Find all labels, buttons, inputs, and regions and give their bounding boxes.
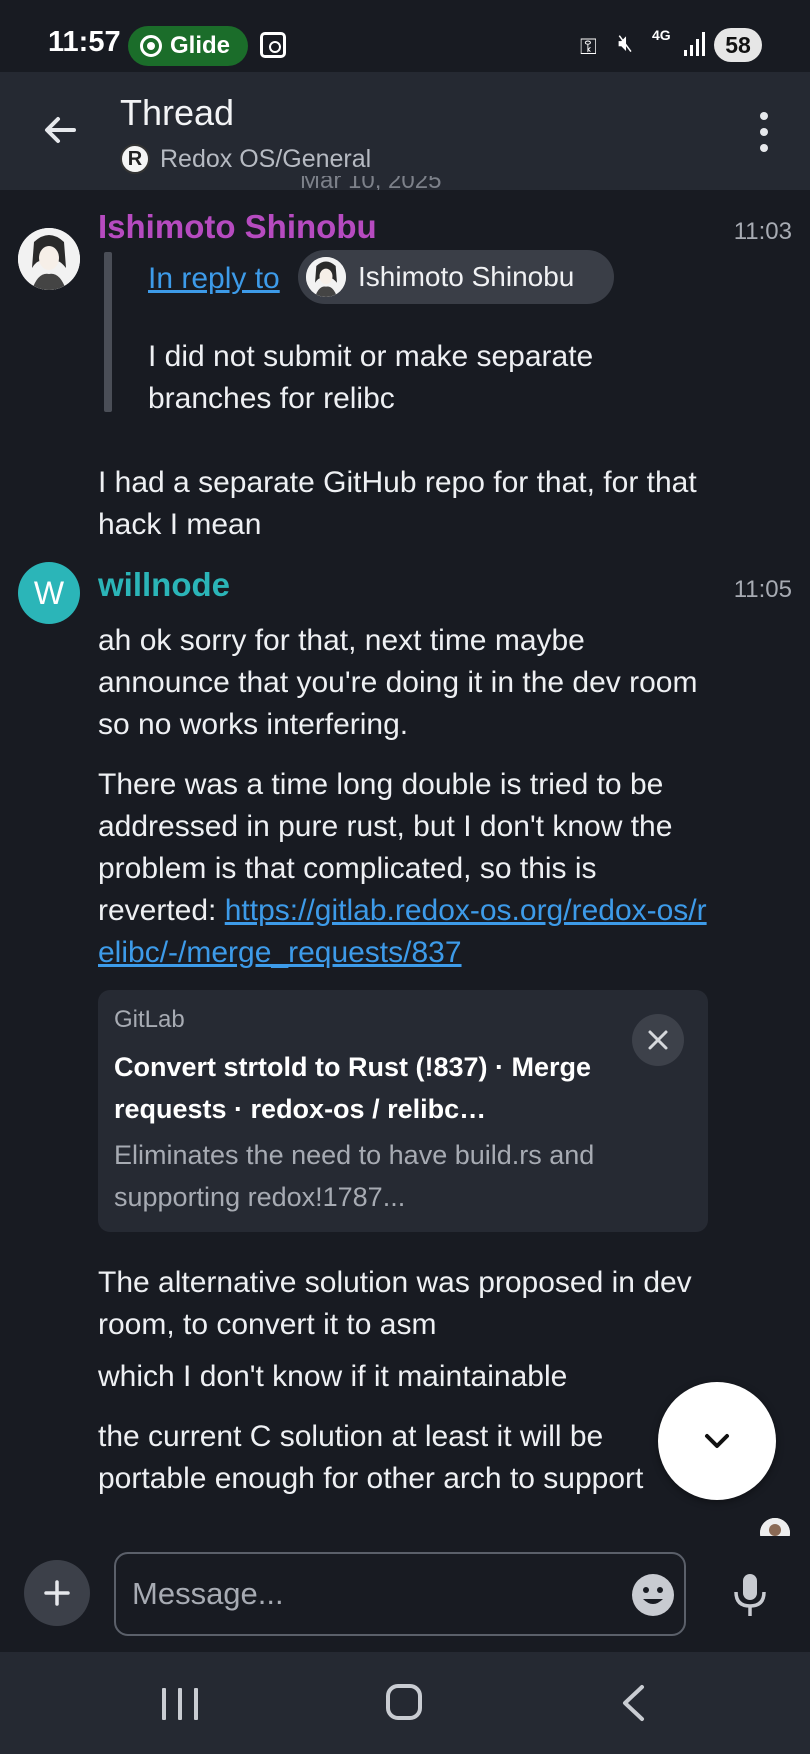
system-nav-bar — [0, 1652, 810, 1754]
avatar[interactable] — [18, 228, 80, 290]
scroll-to-bottom-button[interactable] — [658, 1382, 776, 1500]
voice-message-button[interactable] — [730, 1572, 770, 1618]
user-avatar-icon — [18, 228, 80, 290]
chevron-down-icon — [705, 1434, 729, 1448]
reply-chip-name: Ishimoto Shinobu — [358, 261, 575, 292]
more-options-button[interactable] — [752, 112, 776, 152]
vpn-key-icon: ⚿ — [580, 34, 597, 59]
room-breadcrumb[interactable]: R Redox OS/General — [120, 144, 371, 174]
recent-apps-button[interactable] — [162, 1688, 198, 1720]
message-timestamp: 11:03 — [733, 218, 792, 245]
status-bar: 11:57 Glide ⚿ 🔇︎ 4G 58 — [0, 0, 810, 72]
emoji-button[interactable] — [632, 1574, 674, 1616]
message-body: which I don't know if it maintainable — [98, 1360, 568, 1393]
system-back-button[interactable] — [618, 1684, 648, 1722]
date-divider: Mar 10, 2025 — [300, 176, 442, 190]
signal-icon — [684, 32, 706, 56]
timeline[interactable]: Ishimoto Shinobu 11:03 In reply to Ishim… — [0, 190, 810, 1536]
status-time: 11:57 — [48, 26, 121, 58]
close-icon — [648, 1030, 668, 1050]
chevron-left-icon — [623, 1685, 644, 1721]
in-reply-to-link[interactable]: In reply to — [148, 262, 280, 296]
room-name: Redox OS/General — [160, 144, 372, 173]
sender-name[interactable]: Ishimoto Shinobu — [98, 208, 377, 246]
glide-label: Glide — [170, 32, 231, 59]
message-body: I had a separate GitHub repo for that, f… — [98, 466, 697, 541]
add-attachment-button[interactable] — [24, 1560, 90, 1626]
preview-description: Eliminates the need to have build.rs and… — [114, 1140, 595, 1212]
sender-name[interactable]: willnode — [98, 566, 230, 604]
preview-site: GitLab — [114, 1006, 185, 1033]
microphone-icon — [734, 1574, 766, 1616]
message-composer — [0, 1536, 810, 1652]
link-preview-card[interactable]: GitLab Convert strtold to Rust (!837) · … — [98, 990, 708, 1232]
network-type: 4G — [652, 27, 671, 43]
back-button[interactable] — [38, 108, 82, 152]
battery-indicator: 58 — [714, 28, 762, 62]
preview-title: Convert strtold to Rust (!837) · Merge r… — [114, 1052, 592, 1124]
page-title: Thread — [120, 92, 235, 133]
glide-app-pill[interactable]: Glide — [128, 26, 248, 66]
screenshot-icon — [260, 32, 286, 58]
mute-icon: 🔇︎ — [618, 30, 634, 57]
plus-icon — [44, 1580, 70, 1606]
emoji-icon — [633, 1575, 673, 1615]
reply-quoted-text: I did not submit or make separate branch… — [148, 340, 594, 415]
room-icon: R — [120, 144, 150, 174]
message-body: the current C solution at least it will … — [98, 1420, 644, 1495]
close-preview-button[interactable] — [632, 1014, 684, 1066]
message-input[interactable] — [114, 1552, 686, 1636]
message-timestamp: 11:05 — [733, 576, 792, 603]
reply-user-chip[interactable]: Ishimoto Shinobu — [298, 250, 614, 304]
home-button[interactable] — [386, 1684, 422, 1720]
message-body: The alternative solution was proposed in… — [98, 1266, 692, 1341]
reply-quote-bar — [104, 252, 112, 412]
arrow-left-icon — [45, 117, 76, 143]
record-icon — [140, 35, 162, 57]
message-body: ah ok sorry for that, next time maybe an… — [98, 624, 698, 741]
avatar[interactable]: W — [18, 562, 80, 624]
user-avatar-icon — [306, 257, 346, 297]
thread-header: Thread R Redox OS/General — [0, 72, 810, 190]
message-body: There was a time long double is tried to… — [98, 768, 707, 969]
